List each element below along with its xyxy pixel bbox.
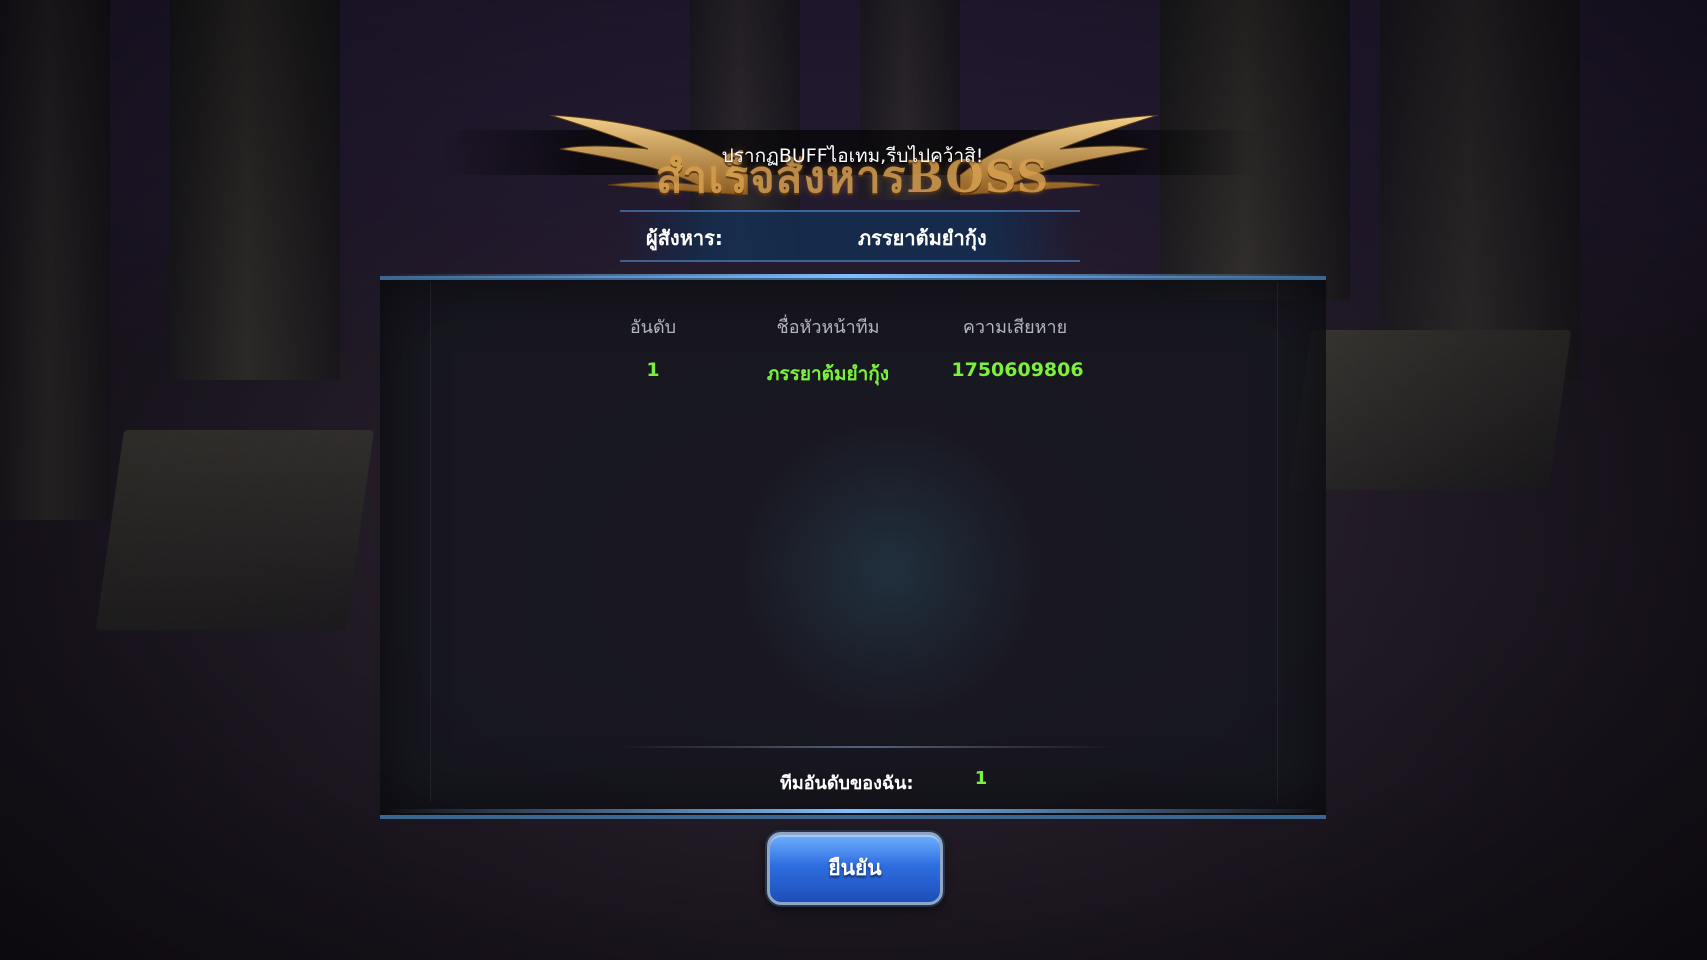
column-header-damage: ความเสียหาย [962,317,1068,338]
panel-divider [615,746,1115,748]
buff-appeared-subtitle: ปรากฏBUFFไอเทม,รีบไปคว้าสิ! [721,145,984,167]
row-damage: 1750609806 [951,359,1084,381]
killer-label: ผู้สังหาร: [646,226,723,250]
panel-bottom-edge [380,809,1326,813]
hero-silhouette [740,420,1040,720]
confirm-button[interactable]: ยืนยัน [767,832,943,905]
my-team-rank-value: 1 [974,768,988,789]
column-header-team-leader: ชื่อหัวหน้าทีม [776,317,880,338]
column-header-rank: อันดับ [629,317,677,338]
row-team-leader: ภรรยาต้มยำกุ้ง [766,363,890,385]
panel-top-edge [380,274,1326,278]
confirm-button-label: ยืนยัน [828,856,882,880]
my-team-rank-label: ทีมอันดับของฉัน: [780,773,914,794]
row-rank: 1 [646,359,660,381]
killer-name: ภรรยาต้มยำกุ้ง [858,226,987,250]
